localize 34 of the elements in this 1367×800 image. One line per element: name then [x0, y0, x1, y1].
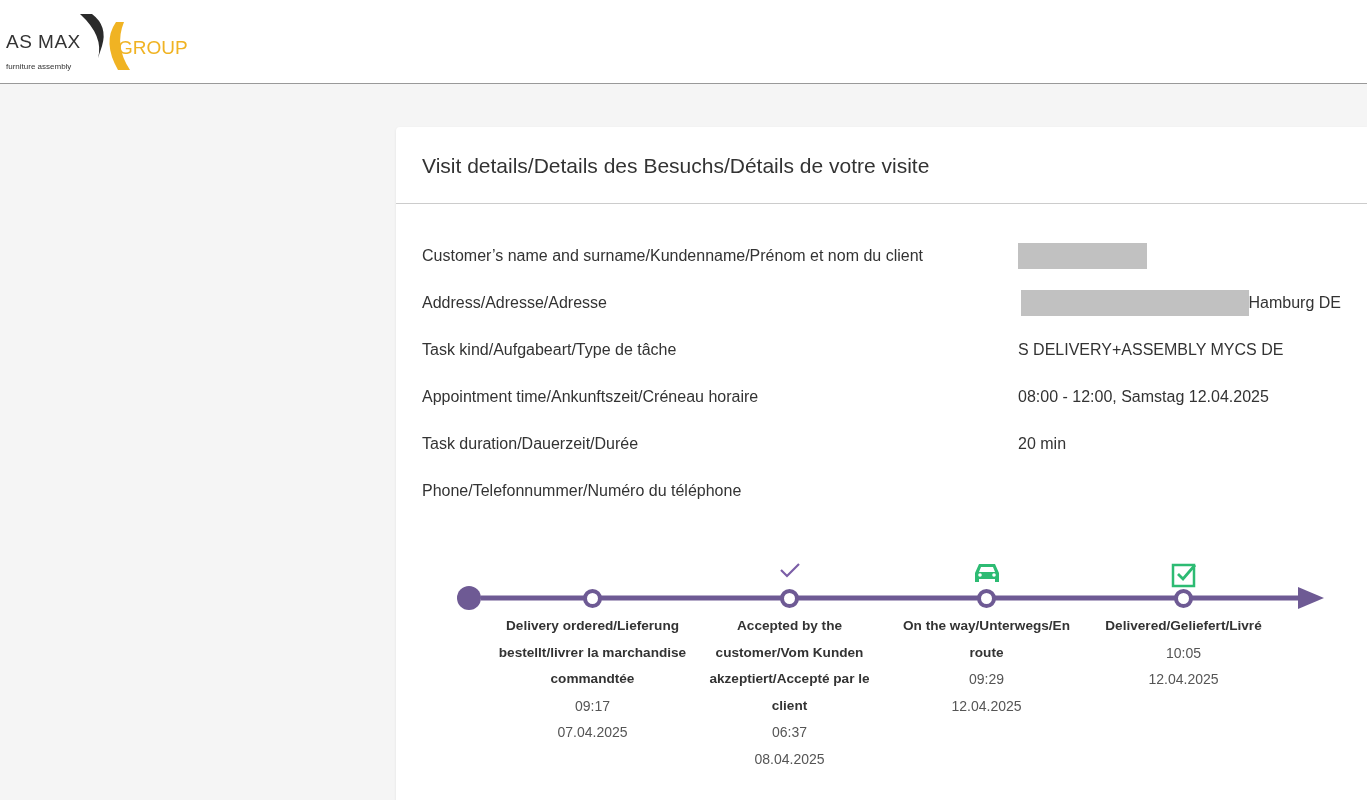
field-label: Task kind/Aufgabeart/Type de tâche: [422, 339, 678, 360]
start-dot: [457, 586, 481, 611]
step-label: Delivery ordered/Lieferung bestellt/livrer la marchandise commandtée: [497, 617, 688, 689]
field-label: Address/Adresse/Adresse: [422, 292, 608, 313]
field-label: Appointment time/Ankunftszeit/Créneau horaire: [422, 386, 760, 407]
car-icon: [973, 562, 1000, 585]
step-time: 06:37: [770, 723, 808, 743]
logo-text: GROUP: [118, 35, 188, 60]
field-value: Hamburg DE: [1248, 292, 1341, 313]
step-label: Delivered/Geliefert/Livré: [1104, 617, 1263, 636]
step-label: On the way/Unterwegs/En route: [902, 617, 1071, 662]
step-time: 09:29: [967, 670, 1005, 690]
field-label: Phone/Telefonnummer/Numéro du téléphone: [422, 480, 743, 501]
logo-text: AS MAX: [6, 29, 81, 54]
field-value: S DELIVERY+ASSEMBLY MYCS DE: [1018, 339, 1284, 360]
timeline-node: [977, 589, 996, 609]
card-title: Visit details/Details des Besuchs/Détails de votre visite: [422, 153, 931, 179]
field-value: 08:00 - 12:00, Samstag 12.04.2025: [1018, 386, 1269, 407]
field-label: Customer’s name and surname/Kundenname/Prénom et nom du client: [422, 245, 924, 266]
check-icon: [778, 562, 801, 579]
step-time: 09:17: [573, 696, 611, 716]
step-date: 07.04.2025: [556, 723, 629, 743]
field-value: 20 min: [1018, 433, 1067, 454]
step-time: 10:05: [1164, 643, 1202, 663]
timeline-node: [1174, 589, 1193, 609]
step-date: 12.04.2025: [1147, 670, 1220, 690]
logo-tagline: furniture assembly: [6, 60, 72, 73]
step-date: 08.04.2025: [753, 749, 826, 769]
step-date: 12.04.2025: [950, 696, 1023, 716]
timeline-node: [780, 589, 799, 609]
field-label: Task duration/Dauerzeit/Durée: [422, 433, 640, 454]
timeline-node: [583, 589, 602, 609]
step-label: Accepted by the customer/Vom Kunden akzeptiert/Accepté par le client: [708, 617, 871, 715]
checked-box-icon: [1170, 562, 1197, 589]
